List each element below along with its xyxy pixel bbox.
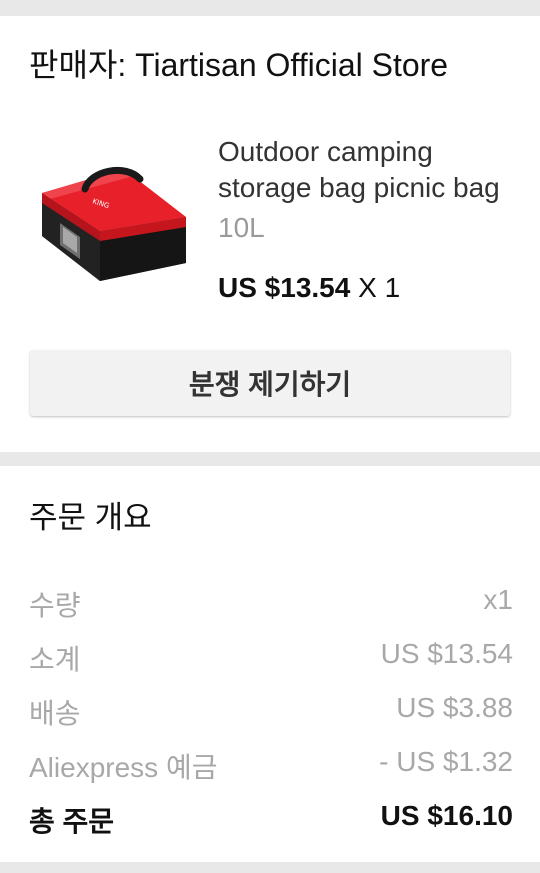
open-dispute-button[interactable]: 분쟁 제기하기 [30, 350, 510, 416]
summary-row-subtotal: 소계 US $13.54 [29, 638, 513, 675]
order-total-value: US $16.10 [380, 800, 513, 831]
product-image[interactable]: KING [30, 131, 195, 306]
order-summary-card: 주문 개요 수량 x1 소계 US $13.54 배송 US $3.88 Ali… [0, 466, 540, 862]
summary-row-quantity: 수량 x1 [29, 584, 513, 621]
summary-label: 소계 [29, 644, 81, 675]
summary-row-total: 총 주문 US $16.10 [29, 800, 513, 837]
red-storage-bag-image: KING [42, 166, 186, 281]
summary-row-shipping: 배송 US $3.88 [29, 692, 513, 729]
summary-row-deposit: Aliexpress 예금 - US $1.32 [29, 746, 513, 783]
summary-value: - US $1.32 [379, 746, 513, 777]
summary-label: 총 주문 [29, 806, 115, 837]
seller-order-card: 판매자: Tiartisan Official Store KING Outdo… [0, 16, 540, 452]
price-line: US $13.54 X 1 [218, 272, 400, 304]
seller-name[interactable]: 판매자: Tiartisan Official Store [29, 40, 448, 86]
summary-value: US $3.88 [396, 692, 513, 723]
order-summary-title: 주문 개요 [29, 500, 152, 535]
product-variant: 10L [218, 212, 265, 243]
product-title[interactable]: Outdoor camping storage bag picnic bag [218, 134, 508, 206]
summary-label: 배송 [29, 698, 81, 729]
summary-label: Aliexpress 예금 [29, 752, 218, 783]
product-quantity: X 1 [358, 272, 401, 303]
product-price: US $13.54 [218, 272, 351, 303]
summary-label: 수량 [29, 590, 81, 621]
summary-value: US $13.54 [380, 638, 513, 669]
summary-value: x1 [483, 584, 513, 615]
